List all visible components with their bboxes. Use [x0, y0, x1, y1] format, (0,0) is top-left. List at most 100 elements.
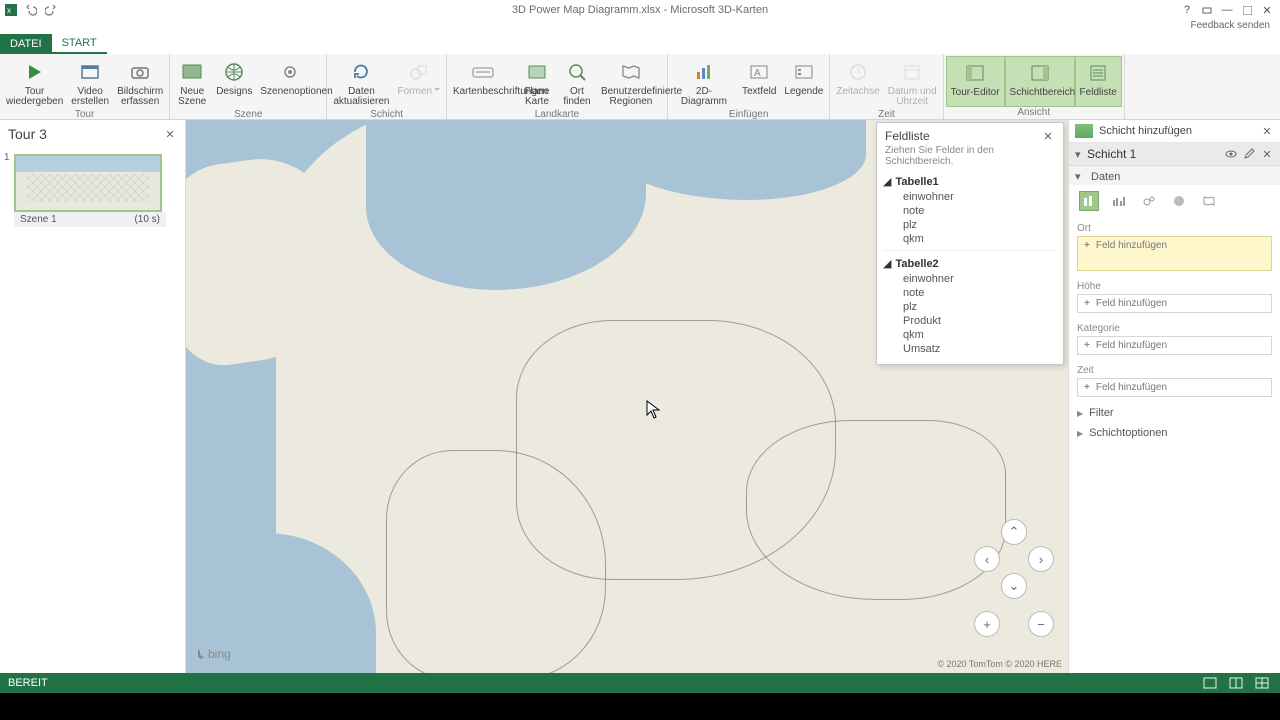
rotate-left-button[interactable]: ‹	[974, 546, 1000, 572]
map-canvas[interactable]: bing © 2020 TomTom © 2020 HERE ⌃ ‹ › ⌄ +…	[186, 120, 1068, 673]
field-item[interactable]: Umsatz	[883, 342, 1057, 356]
refresh-data-button[interactable]: Datenaktualisieren	[329, 56, 393, 109]
flat-map-button[interactable]: FlaneKarte	[517, 56, 557, 109]
label-icon	[469, 58, 497, 86]
layer-area-toggle[interactable]: Schichtbereich	[1005, 56, 1075, 107]
time-well[interactable]: +Feld hinzufügen	[1077, 378, 1272, 397]
field-item[interactable]: qkm	[883, 328, 1057, 342]
add-layer-button[interactable]: Schicht hinzufügen	[1075, 124, 1260, 138]
datetime-button: Datum undUhrzeit	[884, 56, 941, 109]
zoom-out-button[interactable]: −	[1028, 611, 1054, 637]
close-fieldlist-button[interactable]: ✕	[1041, 129, 1055, 143]
layer-header[interactable]: ▾ Schicht 1 ✕	[1069, 143, 1280, 166]
field-item[interactable]: qkm	[883, 232, 1057, 246]
collapse-icon[interactable]: ▾	[1075, 148, 1087, 161]
table-node[interactable]: ◢Tabelle2	[883, 255, 1057, 272]
status-view-2[interactable]	[1226, 675, 1246, 691]
map-labels-button[interactable]: Kartenbeschriftungen	[449, 56, 517, 109]
bing-logo: bing	[196, 647, 231, 661]
edit-icon[interactable]	[1242, 147, 1256, 161]
new-scene-button[interactable]: NeueSzene	[172, 56, 212, 109]
scene-options-button[interactable]: Szenenoptionen	[256, 56, 324, 109]
chart-2d-button[interactable]: 2D-Diagramm	[670, 56, 738, 109]
field-item[interactable]: plz	[883, 218, 1057, 232]
cursor-icon	[646, 400, 660, 420]
scene-thumbnail[interactable]: 1 Szene 1 (10 s)	[14, 154, 171, 227]
zoom-in-button[interactable]: +	[974, 611, 1000, 637]
custom-regions-button[interactable]: BenutzerdefinierteRegionen	[597, 56, 665, 109]
table-node[interactable]: ◢Tabelle1	[883, 173, 1057, 190]
clock-icon	[844, 58, 872, 86]
viz-clustered-column[interactable]	[1109, 191, 1129, 211]
close-layer-panel-button[interactable]: ✕	[1260, 124, 1274, 138]
field-item[interactable]: note	[883, 204, 1057, 218]
legend-button[interactable]: Legende	[780, 56, 827, 109]
status-text: BEREIT	[8, 677, 48, 689]
status-view-1[interactable]	[1200, 675, 1220, 691]
group-view-label: Ansicht	[946, 107, 1122, 119]
scene-duration: (10 s)	[134, 214, 160, 225]
feedback-link[interactable]: Feedback senden	[0, 20, 1280, 34]
redo-icon[interactable]	[44, 3, 58, 17]
field-item[interactable]: Produkt	[883, 314, 1057, 328]
minimize-button[interactable]: —	[1218, 2, 1236, 18]
undo-icon[interactable]	[24, 3, 38, 17]
play-icon	[21, 58, 49, 86]
tab-file[interactable]: DATEI	[0, 34, 52, 54]
gear-icon	[276, 58, 304, 86]
designs-button[interactable]: Designs	[212, 56, 256, 109]
tour-editor-toggle[interactable]: Tour-Editor	[946, 56, 1005, 107]
status-view-3[interactable]	[1252, 675, 1272, 691]
find-location-button[interactable]: Ortfinden	[557, 56, 597, 109]
tilt-down-button[interactable]: ⌄	[1001, 573, 1027, 599]
play-tour-button[interactable]: Tourwiedergeben	[2, 56, 67, 109]
field-item[interactable]: note	[883, 286, 1057, 300]
add-layer-icon	[1075, 124, 1093, 138]
collapse-icon[interactable]: ▾	[1075, 170, 1087, 183]
viz-bubble[interactable]	[1139, 191, 1159, 211]
plus-icon: +	[1084, 340, 1090, 351]
close-button[interactable]: ✕	[1258, 2, 1276, 18]
ribbon-toggle-button[interactable]	[1198, 2, 1216, 18]
tilt-up-button[interactable]: ⌃	[1001, 519, 1027, 545]
eye-icon[interactable]	[1224, 147, 1238, 161]
help-button[interactable]: ?	[1178, 2, 1196, 18]
ribbon: Tourwiedergeben Videoerstellen Bildschir…	[0, 54, 1280, 120]
create-video-button[interactable]: Videoerstellen	[67, 56, 113, 109]
field-item[interactable]: plz	[883, 300, 1057, 314]
rotate-right-button[interactable]: ›	[1028, 546, 1054, 572]
calendar-icon	[898, 58, 926, 86]
tab-start[interactable]: START	[52, 34, 107, 54]
barchart-icon	[690, 58, 718, 86]
location-well[interactable]: +Feld hinzufügen	[1077, 236, 1272, 271]
timeline-button: Zeitachse	[832, 56, 883, 109]
tour-title: Tour 3	[8, 126, 163, 142]
layer-options-section[interactable]: ▶Schichtoptionen	[1069, 423, 1280, 443]
textbox-button[interactable]: ATextfeld	[738, 56, 780, 109]
viz-stacked-column[interactable]	[1079, 191, 1099, 211]
plus-icon: +	[1084, 240, 1090, 251]
filter-section[interactable]: ▶Filter	[1069, 403, 1280, 423]
location-label: Ort	[1069, 219, 1280, 234]
film-icon	[76, 58, 104, 86]
svg-text:x: x	[7, 6, 11, 15]
category-well[interactable]: +Feld hinzufügen	[1077, 336, 1272, 355]
textbox-icon: A	[745, 58, 773, 86]
maximize-button[interactable]	[1238, 2, 1256, 18]
viz-heatmap[interactable]	[1169, 191, 1189, 211]
delete-icon[interactable]: ✕	[1260, 147, 1274, 161]
field-item[interactable]: einwohner	[883, 272, 1057, 286]
globe-icon	[220, 58, 248, 86]
status-bar: BEREIT	[0, 673, 1280, 693]
close-tour-panel-button[interactable]: ✕	[163, 127, 177, 141]
field-item[interactable]: einwohner	[883, 190, 1057, 204]
height-well[interactable]: +Feld hinzufügen	[1077, 294, 1272, 313]
fieldlist-toggle[interactable]: Feldliste	[1075, 56, 1122, 107]
viz-region[interactable]	[1199, 191, 1219, 211]
expand-icon: ◢	[883, 175, 891, 188]
visualization-type-row	[1069, 185, 1280, 219]
window-title: 3D Power Map Diagramm.xlsx - Microsoft 3…	[512, 4, 768, 16]
excel-icon: x	[4, 3, 18, 17]
screenshot-button[interactable]: Bildschirmerfassen	[113, 56, 167, 109]
fieldlist-popup[interactable]: Feldliste ✕ Ziehen Sie Felder in den Sch…	[876, 122, 1064, 365]
